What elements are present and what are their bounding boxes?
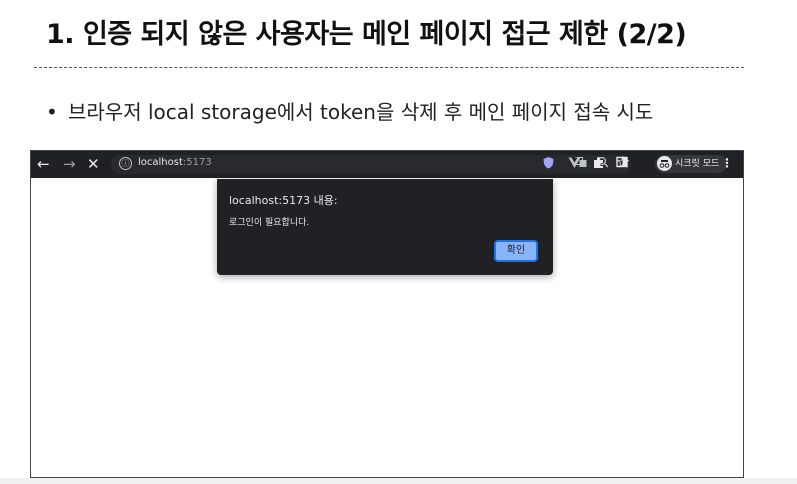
forward-arrow-icon[interactable]: →: [63, 155, 76, 173]
address-url[interactable]: localhost:5173: [138, 157, 212, 168]
site-info-icon[interactable]: ⓘ: [119, 157, 132, 170]
browser-toolbar: ← → ✕ ⓘ localhost:5173 시크릿 모드 ⋮: [31, 151, 743, 178]
ok-button[interactable]: 확인: [494, 240, 538, 262]
url-host: localhost: [138, 157, 183, 168]
bottom-strip: [0, 478, 797, 484]
vue-extension-icon[interactable]: [568, 156, 581, 173]
browser-window: ← → ✕ ⓘ localhost:5173 시크릿 모드 ⋮ localhos…: [30, 150, 744, 478]
more-menu-icon[interactable]: ⋮: [721, 156, 733, 170]
incognito-label: 시크릿 모드: [675, 159, 720, 169]
incognito-badge[interactable]: 시크릿 모드: [655, 155, 728, 173]
shield-extension-icon[interactable]: [542, 156, 555, 173]
bullet-text: 브라우저 local storage에서 token을 삭제 후 메인 페이지 …: [68, 100, 654, 124]
side-panel-icon[interactable]: [616, 156, 628, 172]
alert-dialog: localhost:5173 내용: 로그인이 필요합니다. 확인: [217, 179, 553, 275]
bullet-item: • 브라우저 local storage에서 token을 삭제 후 메인 페이지…: [46, 96, 653, 125]
incognito-icon: [657, 156, 672, 171]
slide-title: 1. 인증 되지 않은 사용자는 메인 페이지 접근 제한 (2/2): [46, 19, 687, 50]
dialog-title: localhost:5173 내용:: [229, 194, 338, 207]
dashed-divider: [34, 67, 744, 68]
stop-icon[interactable]: ✕: [87, 155, 100, 173]
dialog-message: 로그인이 필요합니다.: [229, 218, 310, 228]
back-arrow-icon[interactable]: ←: [37, 155, 50, 173]
puzzle-extensions-icon[interactable]: [592, 156, 605, 173]
url-port: :5173: [182, 157, 212, 168]
bullet-marker: •: [46, 100, 58, 124]
